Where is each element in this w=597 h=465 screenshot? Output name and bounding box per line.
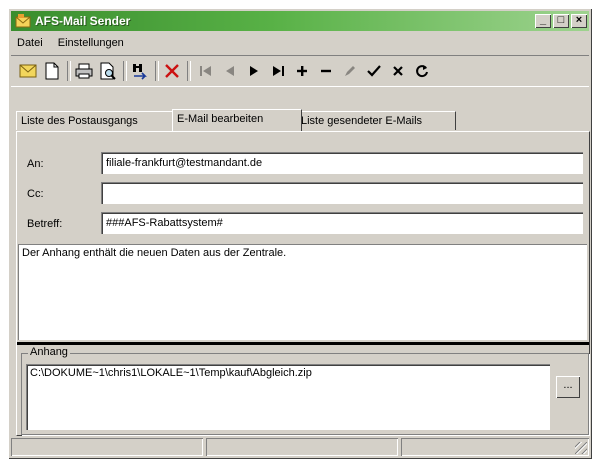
cc-input[interactable]	[101, 182, 583, 204]
delete-icon[interactable]	[161, 60, 183, 82]
attachment-group: Anhang C:\DOKUME~1\chris1\LOKALE~1\Temp\…	[21, 346, 589, 435]
address-book-icon[interactable]	[129, 60, 151, 82]
toolbar-separator	[123, 61, 127, 81]
tab-gesendete-emails[interactable]: Liste gesendeter E-Mails	[296, 111, 456, 130]
resize-grip[interactable]	[575, 442, 587, 454]
toolbar	[11, 55, 589, 87]
previous-record-icon[interactable]	[219, 60, 241, 82]
title-bar[interactable]: AFS-Mail Sender _ □ ×	[11, 11, 589, 31]
browse-attachment-button[interactable]: ...	[556, 376, 580, 398]
cc-label: Cc:	[27, 188, 44, 200]
send-mail-icon[interactable]	[17, 60, 39, 82]
splitter[interactable]	[17, 342, 589, 345]
menu-bar: Datei Einstellungen	[11, 33, 589, 53]
minimize-button[interactable]: _	[535, 14, 551, 28]
menu-einstellungen[interactable]: Einstellungen	[52, 33, 130, 53]
status-panel	[401, 438, 589, 456]
remove-record-icon[interactable]	[315, 60, 337, 82]
tab-panel: An: filiale-frankfurt@testmandant.de Cc:…	[16, 131, 590, 436]
close-button[interactable]: ×	[571, 14, 587, 28]
refresh-icon[interactable]	[411, 60, 433, 82]
post-record-icon[interactable]	[363, 60, 385, 82]
last-record-icon[interactable]	[267, 60, 289, 82]
window-title: AFS-Mail Sender	[35, 14, 131, 28]
to-input[interactable]: filiale-frankfurt@testmandant.de	[101, 152, 583, 174]
cancel-record-icon[interactable]	[387, 60, 409, 82]
toolbar-separator	[67, 61, 71, 81]
menu-datei[interactable]: Datei	[11, 33, 49, 53]
main-window: AFS-Mail Sender _ □ × Datei Einstellunge…	[8, 8, 592, 459]
toolbar-separator	[187, 61, 191, 81]
toolbar-separator	[155, 61, 159, 81]
message-body[interactable]: Der Anhang enthält die neuen Daten aus d…	[18, 244, 587, 340]
app-icon	[15, 13, 31, 29]
to-label: An:	[27, 158, 44, 170]
first-record-icon[interactable]	[195, 60, 217, 82]
attachment-list[interactable]: C:\DOKUME~1\chris1\LOKALE~1\Temp\kauf\Ab…	[26, 364, 550, 430]
status-bar	[11, 438, 589, 456]
status-panel	[11, 438, 203, 456]
new-document-icon[interactable]	[41, 60, 63, 82]
print-icon[interactable]	[73, 60, 95, 82]
add-record-icon[interactable]	[291, 60, 313, 82]
next-record-icon[interactable]	[243, 60, 265, 82]
tab-postausgang[interactable]: Liste des Postausgangs	[16, 111, 178, 130]
subject-input[interactable]: ###AFS-Rabattsystem#	[101, 212, 583, 234]
print-preview-icon[interactable]	[97, 60, 119, 82]
status-panel	[206, 438, 398, 456]
maximize-button[interactable]: □	[553, 14, 569, 28]
attachment-group-label: Anhang	[28, 346, 70, 358]
edit-record-icon[interactable]	[339, 60, 361, 82]
subject-label: Betreff:	[27, 218, 63, 230]
tab-email-bearbeiten[interactable]: E-Mail bearbeiten	[172, 109, 302, 131]
